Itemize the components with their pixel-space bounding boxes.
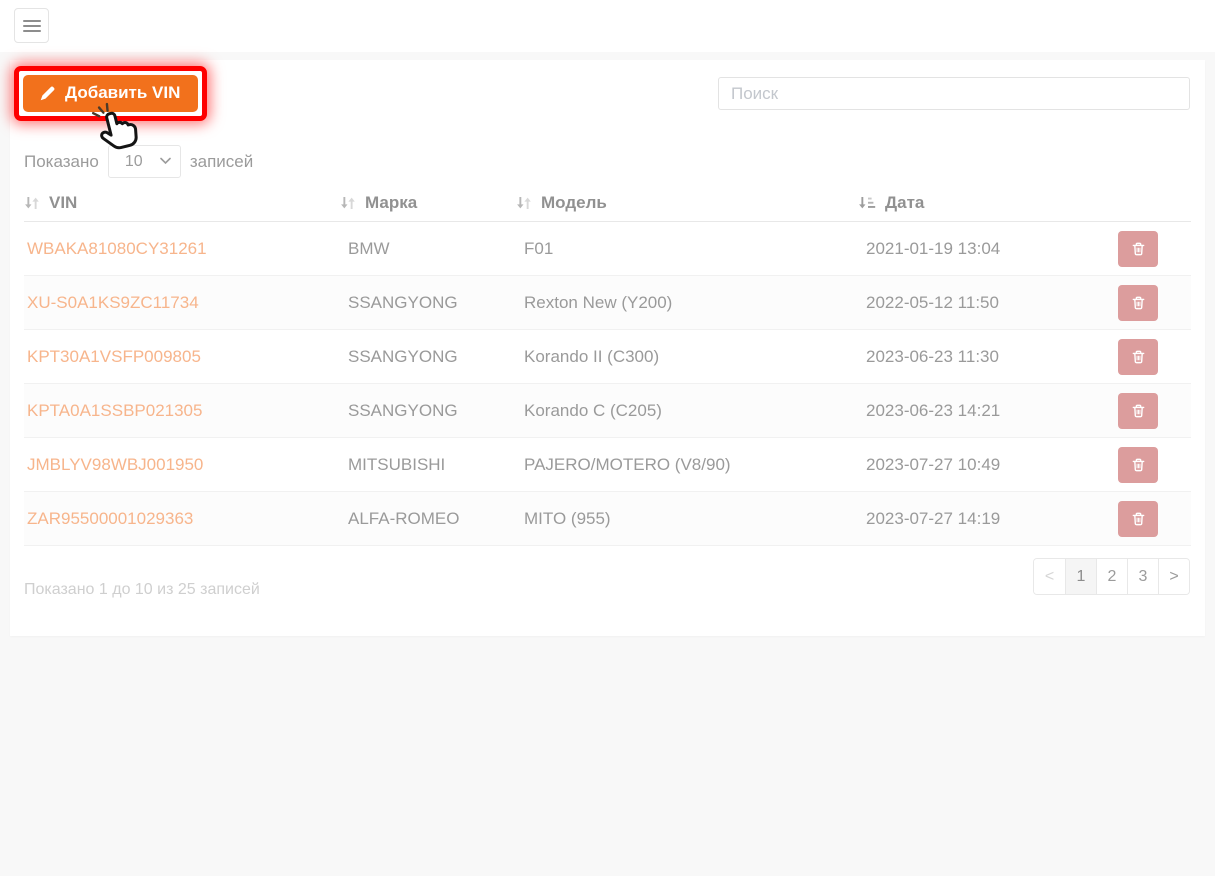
date-cell: 2023-06-23 11:30 [858, 347, 1110, 367]
sort-desc-icon [858, 195, 876, 211]
brand-cell: SSANGYONG [340, 401, 516, 421]
delete-button[interactable] [1118, 339, 1158, 375]
date-cell: 2022-05-12 11:50 [858, 293, 1110, 313]
column-header-vin[interactable]: VIN [24, 193, 340, 213]
brand-cell: ALFA-ROMEO [340, 509, 516, 529]
brand-cell: MITSUBISHI [340, 455, 516, 475]
column-header-model[interactable]: Модель [516, 193, 858, 213]
length-selected-value: 10 [109, 153, 143, 171]
column-header-brand[interactable]: Марка [340, 193, 516, 213]
page-length-control: Показано 10 записей [24, 145, 253, 178]
sort-icon [516, 195, 532, 211]
model-cell: Korando II (C300) [516, 347, 858, 367]
pagination: < 1 2 3 > [1033, 558, 1190, 595]
trash-icon [1131, 403, 1146, 419]
brand-cell: SSANGYONG [340, 347, 516, 367]
delete-button[interactable] [1118, 393, 1158, 429]
pagination-page-3[interactable]: 3 [1127, 559, 1158, 594]
length-suffix-label: записей [190, 152, 253, 172]
date-cell: 2023-06-23 14:21 [858, 401, 1110, 421]
brand-cell: BMW [340, 239, 516, 259]
vin-link[interactable]: KPTA0A1SSBP021305 [27, 401, 202, 421]
table-info-text: Показано 1 до 10 из 25 записей [24, 581, 260, 599]
model-cell: PAJERO/MOTERO (V8/90) [516, 455, 858, 475]
model-cell: Rexton New (Y200) [516, 293, 858, 313]
trash-icon [1131, 511, 1146, 527]
table-row: ZAR95500001029363 ALFA-ROMEO MITO (955) … [24, 492, 1191, 546]
sort-icon [24, 195, 40, 211]
pagination-prev[interactable]: < [1034, 559, 1065, 594]
vin-list-card: Добавить VIN Показано 10 записей [10, 60, 1205, 636]
vin-link[interactable]: JMBLYV98WBJ001950 [27, 455, 203, 475]
chevron-down-icon [160, 157, 171, 165]
model-cell: Korando C (C205) [516, 401, 858, 421]
trash-icon [1131, 241, 1146, 257]
search-input[interactable] [718, 77, 1190, 110]
table-row: KPTA0A1SSBP021305 SSANGYONG Korando C (C… [24, 384, 1191, 438]
hamburger-icon [23, 17, 41, 35]
date-cell: 2023-07-27 14:19 [858, 509, 1110, 529]
delete-button[interactable] [1118, 285, 1158, 321]
date-cell: 2021-01-19 13:04 [858, 239, 1110, 259]
vin-link[interactable]: WBAKA81080CY31261 [27, 239, 207, 259]
trash-icon [1131, 295, 1146, 311]
date-cell: 2023-07-27 10:49 [858, 455, 1110, 475]
delete-button[interactable] [1118, 231, 1158, 267]
trash-icon [1131, 457, 1146, 473]
length-prefix-label: Показано [24, 152, 99, 172]
table-row: KPT30A1VSFP009805 SSANGYONG Korando II (… [24, 330, 1191, 384]
top-bar [0, 0, 1215, 52]
table-row: JMBLYV98WBJ001950 MITSUBISHI PAJERO/MOTE… [24, 438, 1191, 492]
model-cell: MITO (955) [516, 509, 858, 529]
vin-link[interactable]: ZAR95500001029363 [27, 509, 193, 529]
menu-toggle-button[interactable] [14, 8, 49, 43]
tutorial-highlight-frame: Добавить VIN [14, 66, 207, 121]
pagination-next[interactable]: > [1158, 559, 1189, 594]
trash-icon [1131, 349, 1146, 365]
add-vin-label: Добавить VIN [65, 83, 180, 103]
vin-table: VIN Марка Модель [24, 190, 1191, 546]
table-header-row: VIN Марка Модель [24, 190, 1191, 222]
pagination-page-2[interactable]: 2 [1096, 559, 1127, 594]
table-row: WBAKA81080CY31261 BMW F01 2021-01-19 13:… [24, 222, 1191, 276]
model-cell: F01 [516, 239, 858, 259]
sort-icon [340, 195, 356, 211]
vin-link[interactable]: KPT30A1VSFP009805 [27, 347, 201, 367]
vin-link[interactable]: XU-S0A1KS9ZC11734 [27, 293, 199, 313]
add-vin-button[interactable]: Добавить VIN [23, 75, 198, 112]
table-row: XU-S0A1KS9ZC11734 SSANGYONG Rexton New (… [24, 276, 1191, 330]
brand-cell: SSANGYONG [340, 293, 516, 313]
pagination-page-1[interactable]: 1 [1065, 559, 1096, 594]
delete-button[interactable] [1118, 501, 1158, 537]
pencil-icon [39, 85, 56, 102]
column-header-date[interactable]: Дата [858, 193, 1110, 213]
page-length-select[interactable]: 10 [108, 145, 181, 178]
delete-button[interactable] [1118, 447, 1158, 483]
